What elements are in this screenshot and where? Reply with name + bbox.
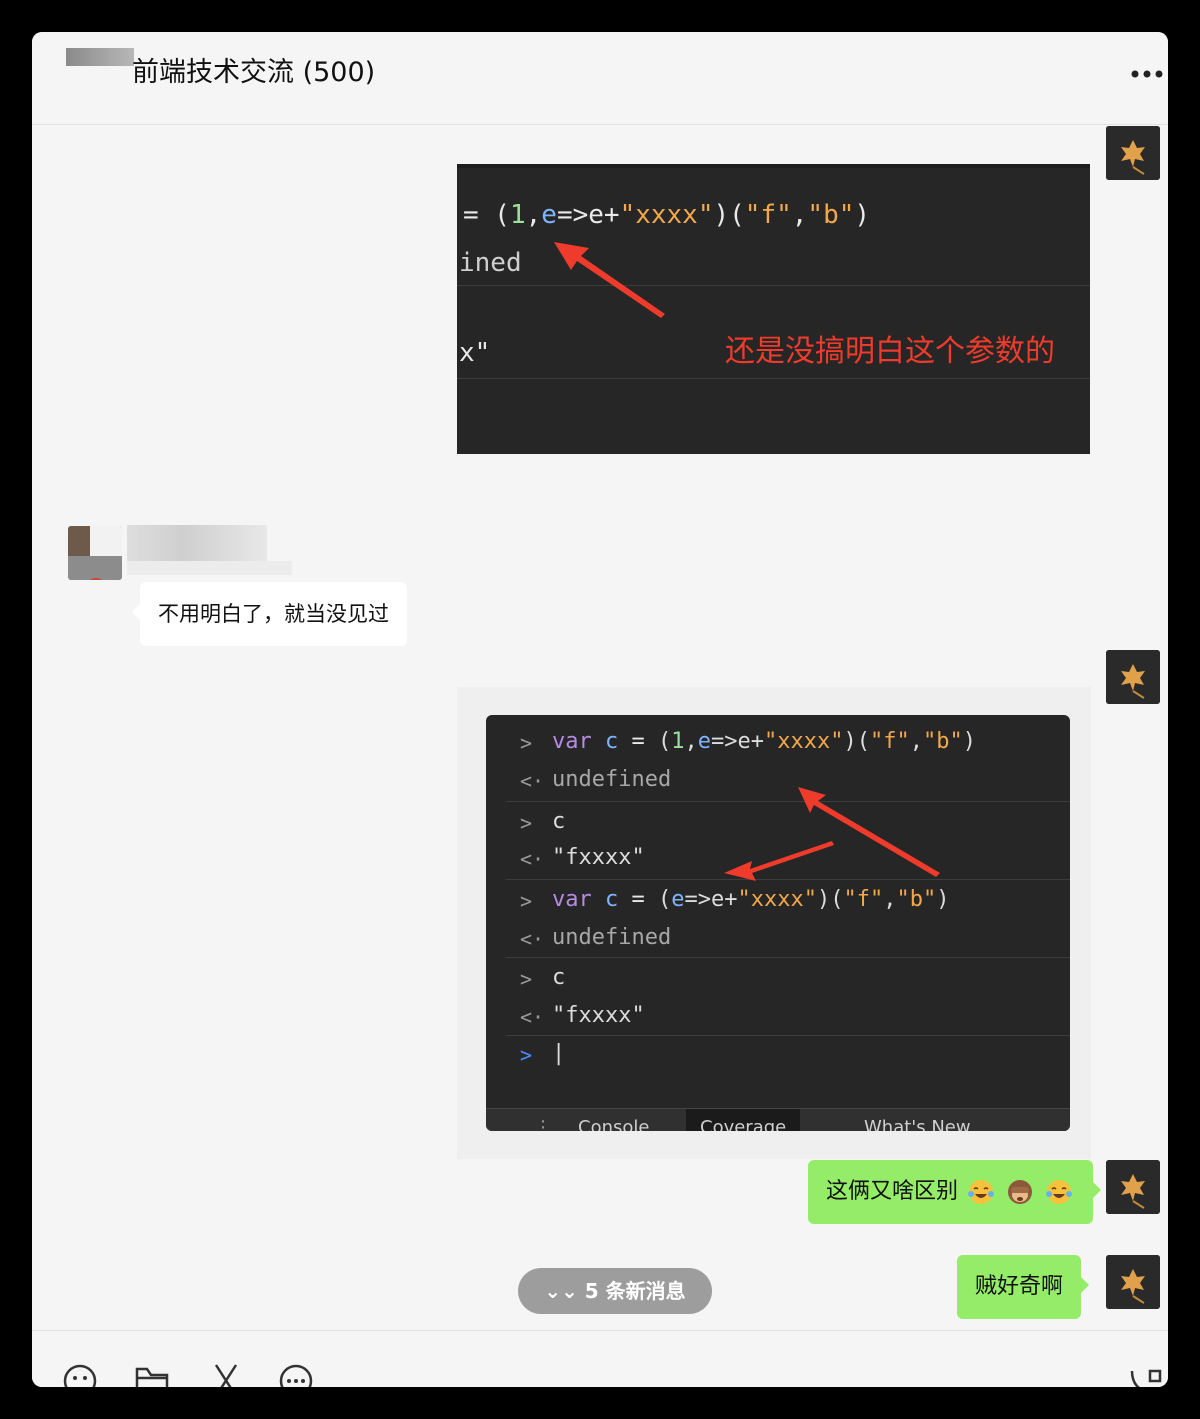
- red-arrows-icon: [724, 787, 940, 881]
- folder-icon[interactable]: [134, 1363, 170, 1387]
- console-row: > |: [520, 1041, 566, 1067]
- message-bubble-right[interactable]: 这俩又啥区别: [808, 1160, 1102, 1224]
- tears-of-joy-emoji-icon: [1046, 1180, 1073, 1204]
- chat-title: 前端技术交流 (500): [132, 57, 376, 88]
- more-icon[interactable]: [1130, 56, 1164, 86]
- message-bubble-right[interactable]: 贼好奇啊: [957, 1255, 1090, 1319]
- chevron-down-icon: ⌄⌄: [544, 1279, 578, 1303]
- code-line-2: ined: [459, 248, 522, 278]
- image-top-strip: [457, 164, 1090, 168]
- tears-of-joy-emoji-icon: [968, 1180, 995, 1204]
- console-separator: [506, 957, 1070, 958]
- new-messages-button[interactable]: ⌄⌄ 5 条新消息: [518, 1268, 712, 1314]
- blurred-sender-name: [127, 525, 267, 561]
- see-no-evil-monkey-icon: [1008, 1180, 1033, 1204]
- tab-whats-new[interactable]: What's New: [864, 1117, 971, 1131]
- my-avatar[interactable]: [1106, 126, 1160, 180]
- console-separator: [506, 1035, 1070, 1036]
- console-row: <· "fxxxx": [520, 1003, 645, 1029]
- phone-icon[interactable]: [1128, 1363, 1164, 1387]
- console-row: <· undefined: [520, 925, 672, 951]
- annotation-text: 还是没搞明白这个参数的: [725, 334, 1055, 369]
- chat-header: 前端技术交流 (500): [32, 32, 1168, 125]
- red-arrow-icon: [554, 242, 665, 318]
- tab-menu-icon[interactable]: ⋮: [534, 1117, 552, 1131]
- tab-coverage[interactable]: Coverage: [686, 1109, 801, 1131]
- code-line-1: = (1,e=>e+"xxxx")("f","b"): [463, 200, 871, 230]
- code-separator: [457, 378, 1090, 379]
- new-messages-label: 5 条新消息: [584, 1279, 686, 1303]
- chat-icon[interactable]: [278, 1363, 314, 1387]
- blurred-avatar: [66, 48, 134, 66]
- message-list[interactable]: = (1,e=>e+"xxxx")("f","b") ined x" 还是没搞明…: [32, 125, 1168, 1330]
- message-bubble-left[interactable]: 不用明白了，就当没见过: [132, 582, 407, 646]
- my-avatar[interactable]: [1106, 650, 1160, 704]
- input-toolbar: [32, 1330, 1168, 1387]
- code-screenshot-image-1[interactable]: = (1,e=>e+"xxxx")("f","b") ined x" 还是没搞明…: [457, 164, 1090, 454]
- blurred-sender-name-2: [127, 561, 292, 575]
- console-row: > c: [520, 965, 566, 991]
- message-text: 这俩又啥区别: [826, 1179, 959, 1204]
- sender-avatar[interactable]: [68, 526, 122, 580]
- my-avatar[interactable]: [1106, 1255, 1160, 1309]
- emoji-icon[interactable]: [62, 1363, 98, 1387]
- tab-console[interactable]: Console: [578, 1117, 649, 1131]
- console-row: > var c = (e=>e+"xxxx")("f","b"): [520, 887, 950, 913]
- chat-window: 前端技术交流 (500) = (1,e=>e+"xxxx")("f","b") …: [32, 32, 1168, 1387]
- console-screenshot-image-2[interactable]: > var c = (1,e=>e+"xxxx")("f","b") <· un…: [486, 715, 1070, 1131]
- scissors-icon[interactable]: [208, 1363, 244, 1387]
- code-line-3: x": [459, 338, 491, 368]
- console-row: > var c = (1,e=>e+"xxxx")("f","b"): [520, 729, 976, 755]
- devtools-tab-bar: ⋮ Console Coverage What's New: [486, 1108, 1070, 1131]
- my-avatar[interactable]: [1106, 1160, 1160, 1214]
